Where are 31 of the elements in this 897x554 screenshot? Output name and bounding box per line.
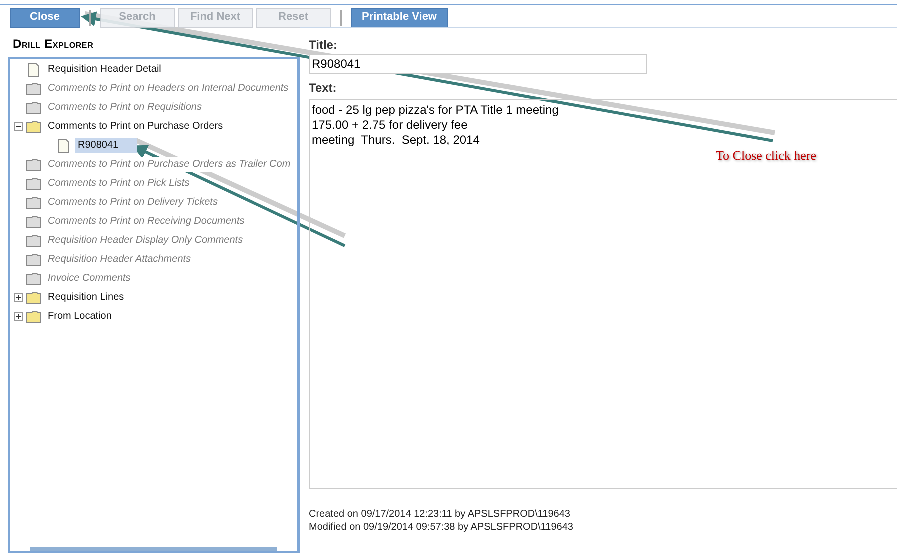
collapse-toggle[interactable] [14, 122, 23, 131]
text-line: food - 25 lg pep pizza's for PTA Title 1 meeting [312, 103, 560, 118]
folder-icon [26, 196, 42, 210]
panel-title: Drill Explorer [12, 36, 95, 53]
expand-toggle[interactable] [14, 312, 23, 321]
scrollbar[interactable] [30, 547, 277, 551]
text-line: meeting Thurs. Sept. 18, 2014 [312, 133, 481, 148]
field-label: Title: [309, 37, 338, 54]
folder-icon [26, 310, 42, 324]
expand-toggle[interactable] [14, 293, 23, 302]
folder-icon [26, 290, 42, 304]
annotation-text: To Close click here [716, 147, 817, 165]
folder-icon [26, 120, 42, 134]
close-button[interactable]: Close [10, 8, 80, 28]
folder-icon [26, 272, 42, 286]
folder-icon [26, 234, 42, 248]
folder-icon [26, 214, 42, 228]
document-icon [56, 138, 72, 152]
title-field[interactable]: R908041 [309, 54, 647, 74]
printable-view-button[interactable]: Printable View [351, 8, 448, 28]
folder-icon [26, 252, 42, 266]
text-line: 175.00 + 2.75 for delivery fee [312, 118, 469, 133]
modified-info: Modified on 09/19/2014 09:57:38 by APSLSFPROD\119643 [309, 521, 574, 534]
tree-item[interactable]: R908041 [75, 138, 137, 153]
document-icon [26, 62, 42, 76]
folder-icon [26, 176, 42, 190]
created-info: Created on 09/17/2014 12:23:11 by APSLSFPROD\119643 [309, 508, 572, 521]
folder-icon [26, 100, 42, 114]
field-label: Text: [309, 80, 338, 97]
folder-icon [26, 158, 42, 172]
folder-icon [26, 82, 42, 96]
